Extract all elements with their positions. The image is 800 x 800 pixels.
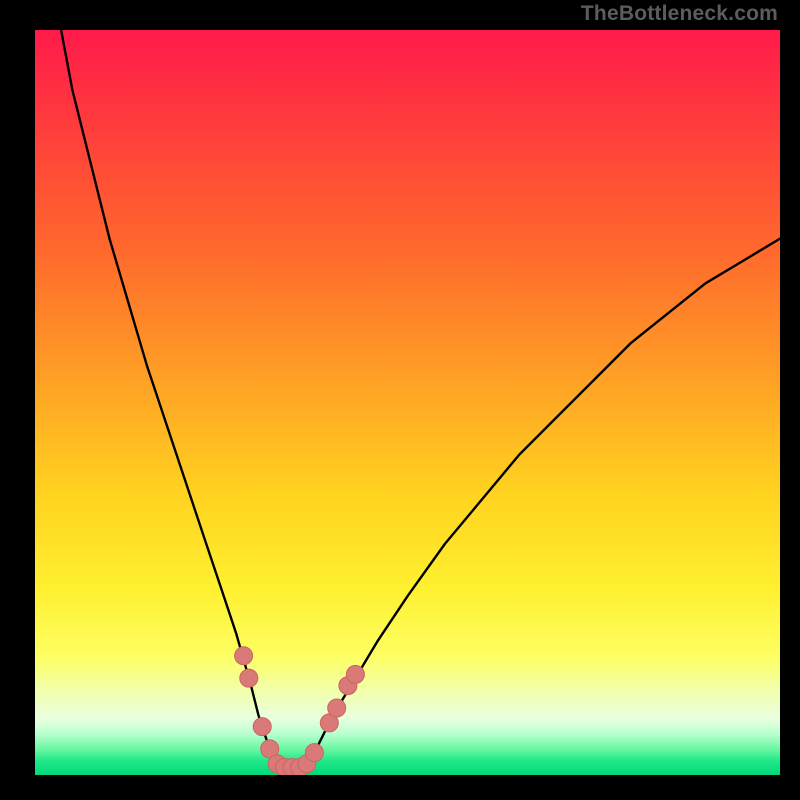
- plot-area: [35, 30, 780, 775]
- curve-path: [35, 30, 780, 768]
- curve-marker: [253, 718, 271, 736]
- watermark-text: TheBottleneck.com: [581, 2, 778, 26]
- curve-marker: [305, 744, 323, 762]
- curve-marker: [328, 699, 346, 717]
- curve-marker: [235, 647, 253, 665]
- chart-frame: TheBottleneck.com: [0, 0, 800, 800]
- curve-marker: [346, 665, 364, 683]
- bottleneck-curve: [35, 30, 780, 775]
- curve-marker: [240, 669, 258, 687]
